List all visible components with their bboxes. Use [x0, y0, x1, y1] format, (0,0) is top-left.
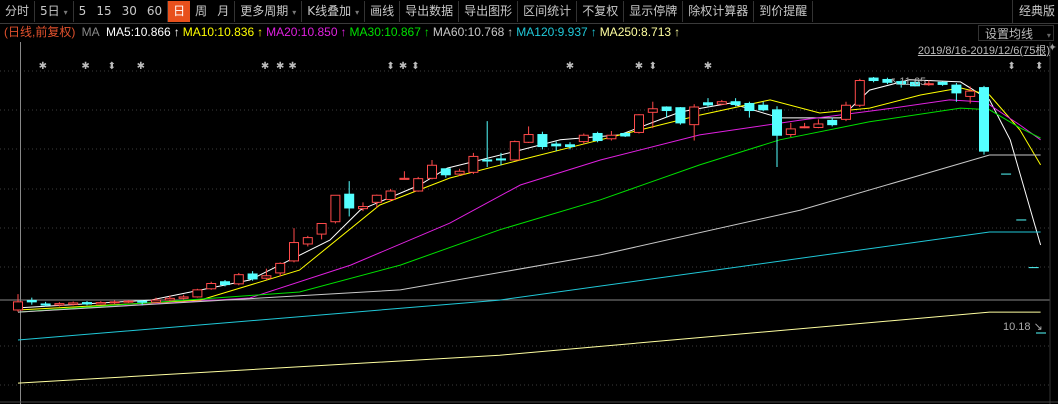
- candle-up: [854, 80, 865, 106]
- event-marker-star-icon: ✱: [288, 61, 296, 72]
- candle-down: [827, 119, 838, 126]
- event-marker-star-icon: ✱: [276, 61, 284, 72]
- candle-up: [289, 242, 299, 262]
- candle-up: [965, 90, 976, 97]
- candle-up: [68, 302, 79, 305]
- candle-down: [551, 143, 562, 147]
- candle-up: [13, 301, 23, 311]
- kline-chart[interactable]: ↖11.65 ✱ ✱ ⬍ ✱ ✱ ✱ ✱ ⬍ ✱ ⬍ ✱ ✱ ⬍ ✱ ⬍ ⬍: [0, 0, 1058, 404]
- candle-down: [82, 302, 92, 305]
- candle-down: [868, 77, 879, 82]
- event-marker-updown-icon: ⬍: [649, 61, 657, 72]
- candle-down: [620, 132, 631, 137]
- candle-up: [399, 177, 410, 180]
- last-price-label: 10.18 ↘: [1003, 320, 1043, 333]
- candle-down: [220, 281, 230, 286]
- candle-up: [427, 164, 437, 179]
- candle-up: [509, 141, 520, 161]
- candle-up: [275, 262, 286, 274]
- candle-up: [178, 296, 189, 299]
- event-marker-star-icon: ✱: [635, 61, 643, 72]
- candle-down: [772, 109, 782, 136]
- candle-up: [841, 104, 851, 120]
- candle-up: [799, 126, 810, 129]
- event-marker-star-icon: ✱: [137, 61, 145, 72]
- candle-down: [703, 102, 713, 106]
- candle-down: [661, 106, 672, 112]
- event-marker-star-icon: ✱: [566, 61, 574, 72]
- candle-up: [634, 114, 644, 133]
- candle-up: [413, 178, 424, 192]
- candle-down: [26, 299, 37, 303]
- candle-up: [454, 170, 465, 175]
- ma-line-ma5: [17, 79, 1042, 309]
- candle-down: [344, 193, 355, 209]
- candle-down: [537, 134, 548, 148]
- candle-down: [40, 303, 51, 306]
- candle-up: [578, 134, 589, 143]
- ma-line-ma120: [17, 231, 1041, 341]
- event-marker-updown-icon: ⬍: [386, 61, 394, 72]
- candle-down: [592, 132, 603, 142]
- ma-line-ma60: [17, 154, 1041, 313]
- event-marker-star-icon: ✱: [39, 61, 47, 72]
- candle-up: [261, 275, 272, 279]
- event-marker-updown-icon: ⬍: [108, 61, 116, 72]
- ma-line-ma250: [17, 311, 1041, 384]
- candle-up: [316, 222, 327, 235]
- event-marker-updown-icon: ⬍: [411, 61, 419, 72]
- candle-up: [330, 194, 341, 223]
- candle-up: [123, 300, 134, 303]
- last-price-value: 10.18: [1003, 321, 1031, 333]
- candle-up: [54, 303, 65, 306]
- candle-up: [192, 289, 203, 298]
- candle-down: [440, 168, 451, 176]
- event-marker-star-icon: ✱: [399, 61, 407, 72]
- candle-up: [813, 123, 824, 128]
- candle-down: [758, 104, 769, 111]
- candle-down: [496, 158, 506, 161]
- ma-line-ma20: [17, 99, 1041, 313]
- candle-up: [302, 237, 313, 245]
- candle-up: [151, 299, 161, 303]
- candle-up: [606, 134, 617, 140]
- candle-up: [647, 108, 658, 113]
- candle-up: [358, 206, 368, 210]
- candle-up: [95, 302, 106, 305]
- event-marker-updown-icon: ⬍: [1035, 61, 1043, 72]
- arrow-down-right-icon: ↘: [1033, 321, 1043, 333]
- candle-up: [523, 134, 534, 143]
- candle-down: [675, 107, 686, 124]
- candle-up: [109, 301, 120, 304]
- candle-up: [716, 101, 727, 105]
- candle-up: [164, 297, 175, 301]
- candle-up: [371, 194, 382, 203]
- candle-down: [565, 144, 575, 148]
- candle-up: [206, 283, 217, 290]
- candle-down: [730, 101, 741, 106]
- candle-down: [744, 102, 755, 112]
- candle-down: [937, 81, 948, 85]
- candle-up: [233, 274, 244, 285]
- event-marker-star-icon: ✱: [261, 61, 269, 72]
- candle-up: [385, 190, 396, 200]
- candle-up: [689, 106, 700, 126]
- candle-down: [247, 273, 258, 280]
- candle-up: [785, 128, 796, 136]
- high-price-label: ↖11.65: [890, 76, 926, 88]
- candle-down: [482, 159, 493, 162]
- event-marker-star-icon: ✱: [81, 61, 89, 72]
- candle-down: [979, 87, 989, 152]
- candle-down: [951, 84, 962, 94]
- ma-line-ma10: [17, 87, 1042, 311]
- event-marker-star-icon: ✱: [704, 61, 712, 72]
- event-marker-updown-icon: ⬍: [1007, 61, 1015, 72]
- candle-down: [137, 300, 148, 303]
- candle-up: [468, 155, 479, 173]
